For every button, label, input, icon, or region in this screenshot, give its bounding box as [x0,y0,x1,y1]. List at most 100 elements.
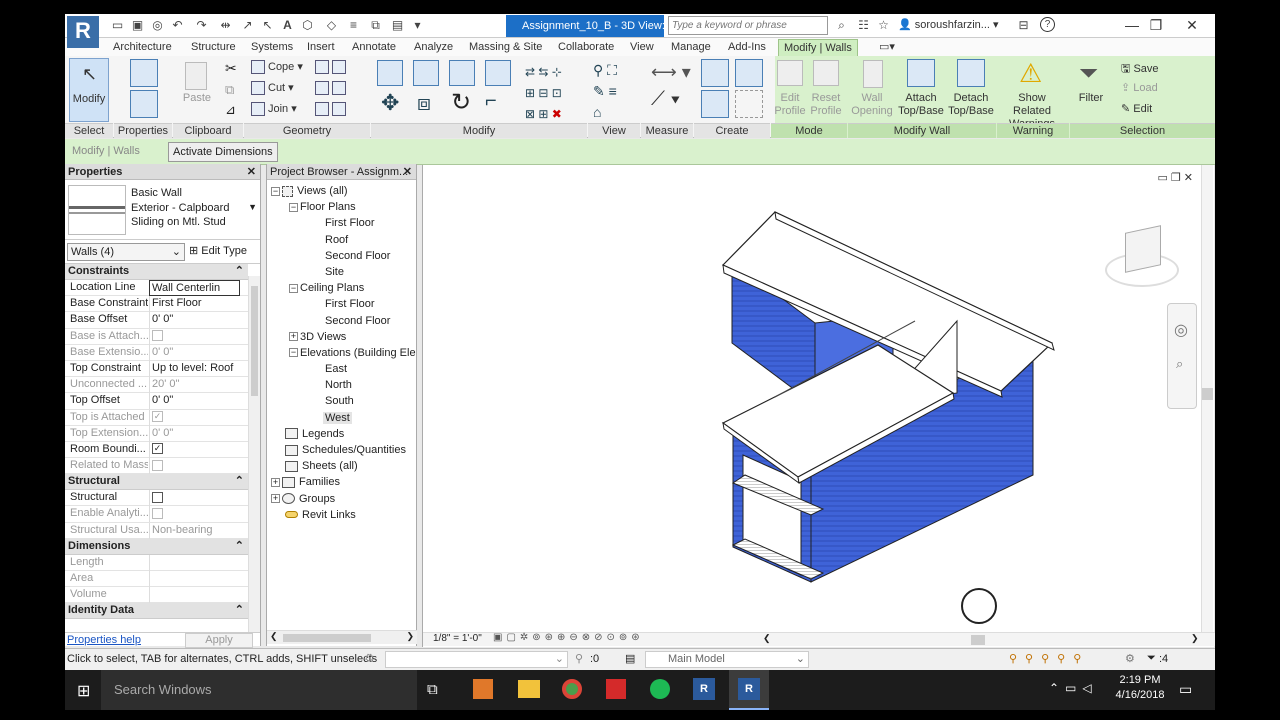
aligned-dimension-icon[interactable]: ⟋ ▾ [651,88,680,111]
tab-structure[interactable]: Structure [189,39,238,56]
tab-systems[interactable]: Systems [249,39,295,56]
sync-icon[interactable]: ◎ [149,17,166,34]
notifications-icon[interactable]: ▭ [1179,681,1192,698]
tab-view[interactable]: View [628,39,656,56]
split-icons[interactable]: ⇄ ⇆ ⊹ ⊞ ⊟ ⊡ ⊠ ⊞ ✖ [525,62,562,125]
user-account[interactable]: 👤 soroushfarzin... ▾ [898,18,999,31]
view-controls-icons[interactable]: ▣▢✲⊚⊛⊕⊖⊗⊘⊙⊚⊛ [493,632,644,643]
tab-modify-walls[interactable]: Modify | Walls [778,39,858,56]
qat-dropdown-icon[interactable]: ▾ [409,17,426,34]
split-face-icon[interactable] [315,81,349,95]
tab-manage[interactable]: Manage [669,39,713,56]
properties-icon[interactable] [130,90,158,118]
match-properties-icon[interactable]: ⊿ [225,102,236,118]
tab-addins[interactable]: Add-Ins [726,39,768,56]
view-cube[interactable] [1103,223,1181,295]
tab-collaborate[interactable]: Collaborate [556,39,616,56]
tree-floor-plans[interactable]: − Floor Plans [267,199,416,215]
worksets-icon[interactable]: ⛭ [365,652,374,665]
create-group-icon[interactable] [701,90,729,118]
editable-icon[interactable]: ⚲ [575,652,583,665]
rotate-icon[interactable]: ↻ [451,88,471,117]
tab-massing-site[interactable]: Massing & Site [467,39,544,56]
3d-view-canvas[interactable]: ▭❐✕ ◎ ⌕ 1/8" = 1'-0" ▣▢✲⊚⊛⊕⊖⊗⊘⊙⊚⊛ ❮ ❯ [422,165,1215,647]
thin-lines-icon[interactable]: ≡ [345,17,362,34]
tree-ceiling-first-floor[interactable]: First Floor [267,296,416,312]
edit-selection-button[interactable]: ✎ Edit [1121,102,1152,115]
section-structural[interactable]: Structural ⌃ [65,474,248,491]
type-selector[interactable]: Basic Wall Exterior - Calpboard Sliding … [65,180,260,240]
sublime-icon[interactable] [473,679,493,699]
type-properties-icon[interactable] [130,59,158,87]
prop-location-line[interactable]: Location Line Wall Centerlin [65,280,248,297]
prop-structural[interactable]: Structural [65,490,248,507]
geometry-tools-icon[interactable] [315,60,349,74]
view-vscrollbar[interactable] [1201,165,1213,632]
move-icon[interactable]: ✥ [381,90,399,116]
detach-top-base-button[interactable]: Detach Top/Base [945,92,997,118]
properties-help-link[interactable]: Properties help [67,634,141,646]
tree-first-floor[interactable]: First Floor [267,215,416,231]
measure-between-icon[interactable]: ⟷ ▾ [651,62,691,83]
group-label-select[interactable]: Select [65,123,113,138]
cut-button[interactable]: Cut ▾ [251,81,294,96]
tab-architecture[interactable]: Architecture [111,39,174,56]
prop-top-offset[interactable]: Top Offset 0' 0" [65,393,248,410]
redo-icon[interactable]: ↷ [193,17,210,34]
measure-icon[interactable]: ⇹ [217,17,234,34]
tree-east[interactable]: East [267,361,416,377]
revit-logo-button[interactable]: R [67,16,99,48]
offset-icon[interactable] [413,60,439,86]
tree-revit-links[interactable]: Revit Links [267,507,416,523]
paint-icon[interactable] [315,102,349,116]
section-identity[interactable]: Identity Data ⌃ [65,603,248,620]
attach-top-base-button[interactable]: Attach Top/Base [895,92,947,118]
design-options-icon[interactable]: ▤ [625,652,635,665]
dimension-icon[interactable]: ↗ [239,17,256,34]
section-constraints[interactable]: Constraints ⌃ [65,264,248,280]
mirror-draw-icon[interactable] [485,60,511,86]
type-dropdown-icon[interactable]: ▼ [248,202,257,212]
taskbar-search[interactable]: Search Windows [101,670,417,710]
binoculars-icon[interactable]: ⌕ [833,17,850,34]
tree-3d-views[interactable]: +3D Views [267,329,416,345]
view-hscroll-left-icon[interactable]: ❮ [763,633,771,644]
selection-toggle-icons[interactable]: ⚲⚲⚲⚲⚲ [1009,652,1089,665]
project-browser-close-icon[interactable]: ✕ [403,164,412,180]
3d-view-icon[interactable]: ⬡ [299,17,316,34]
tree-site[interactable]: Site [267,264,416,280]
copy-element-icon[interactable]: ⧈ [417,90,431,116]
room-bounding-checkbox[interactable]: ✓ [152,443,163,455]
tab-analyze[interactable]: Analyze [412,39,455,56]
create-similar-icon[interactable] [735,90,763,118]
switch-windows-icon[interactable]: ▤ [389,17,406,34]
tree-ceiling-plans[interactable]: − Ceiling Plans [267,280,416,296]
maximize-icon[interactable]: ❐ [1137,14,1175,36]
file-explorer-icon[interactable] [518,680,540,698]
task-view-icon[interactable]: ⧉ [427,681,438,698]
tree-north[interactable]: North [267,377,416,393]
apply-button[interactable]: Apply [185,633,253,648]
browser-hscrollbar[interactable]: ❮ ❯ [267,630,417,644]
copy-icon[interactable]: ⧉ [225,82,234,98]
help-icon[interactable]: ? [1040,17,1055,32]
close-icon[interactable]: ✕ [1173,14,1211,36]
view-tools[interactable]: ⚲ ⛶ ✎ ≡ ⌂ [593,60,617,123]
section-dimensions[interactable]: Dimensions ⌃ [65,538,248,555]
undo-icon[interactable]: ↶ [169,17,186,34]
view-hscroll-right-icon[interactable]: ❯ [1191,633,1199,644]
section-icon[interactable]: ◇ [323,17,340,34]
subscription-icon[interactable]: ☷ [855,17,872,34]
filter-button[interactable]: Filter [1073,92,1109,104]
zoom-icon[interactable]: ⌕ [1176,356,1183,372]
tree-ceiling-second-floor[interactable]: Second Floor [267,313,416,329]
prop-base-offset[interactable]: Base Offset 0' 0" [65,312,248,329]
tree-groups[interactable]: + Groups [267,491,416,507]
revit-taskbar-icon[interactable]: R [693,678,715,700]
tree-views-all[interactable]: − Views (all) [267,183,416,199]
paste-label[interactable]: Paste [179,92,215,104]
exchange-icon[interactable]: ⊟ [1015,17,1032,34]
save-selection-button[interactable]: 🖫 Save [1121,60,1159,79]
activate-dimensions-button[interactable]: Activate Dimensions [168,142,278,162]
prop-room-bounding[interactable]: Room Boundi... ✓ [65,441,248,459]
